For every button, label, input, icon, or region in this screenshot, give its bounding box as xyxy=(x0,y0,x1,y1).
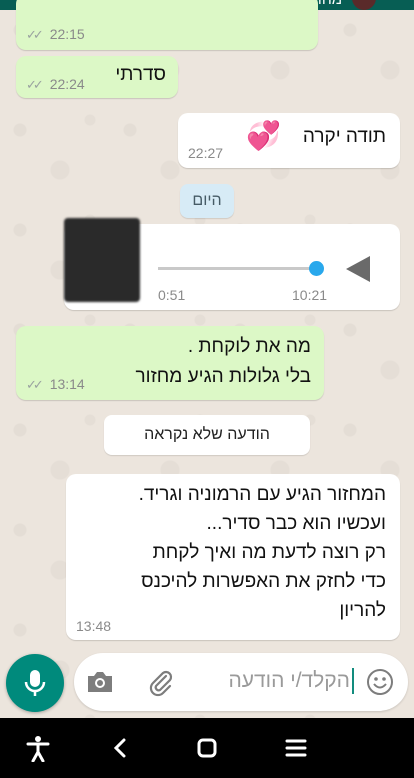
message-time: 22:15 xyxy=(49,26,85,42)
message-outgoing[interactable]: מה את לוקחת . בלי גלולות הגיע מחזור ✓✓ 1… xyxy=(16,326,324,400)
back-button[interactable] xyxy=(90,718,150,778)
message-composer[interactable]: הקלד/י הודעה xyxy=(74,653,408,711)
text-cursor xyxy=(352,668,354,694)
message-line: בלי גלולות הגיע מחזור xyxy=(135,366,311,387)
mic-icon xyxy=(24,670,46,696)
message-line: המחזור הגיע עם הרמוניה וגריד. xyxy=(138,484,386,505)
avatar[interactable] xyxy=(352,0,376,10)
message-time: 13:48 xyxy=(76,618,112,634)
system-navigation-bar xyxy=(0,718,414,778)
home-icon xyxy=(197,738,217,758)
attach-icon[interactable] xyxy=(146,668,176,698)
audio-progress-track[interactable] xyxy=(158,267,318,270)
mic-button[interactable] xyxy=(6,654,64,712)
message-outgoing[interactable]: ✓✓ 22:24 סדרתי xyxy=(16,56,178,98)
message-time: 22:27 xyxy=(188,145,224,161)
voice-duration: 0:51 xyxy=(158,287,186,303)
message-line: מה את לוקחת . xyxy=(187,336,311,357)
message-line: כדי לחזק את האפשרות להיכנס xyxy=(141,571,386,592)
message-incoming[interactable]: המחזור הגיע עם הרמוניה וגריד. ועכשיו הוא… xyxy=(66,474,400,640)
message-line: ועכשיו הוא כבר סדיר... xyxy=(206,513,386,534)
camera-icon[interactable] xyxy=(86,669,114,695)
recents-button[interactable] xyxy=(266,718,326,778)
home-button[interactable] xyxy=(177,718,237,778)
message-time: 13:14 xyxy=(49,376,85,392)
message-line: רק רוצה לדעת מה ואיך לקחת xyxy=(152,542,386,563)
voice-message[interactable]: 0:51 10:21 xyxy=(64,218,400,310)
message-incoming[interactable]: תודה יקרה 💞 22:27 xyxy=(178,113,400,168)
message-input[interactable]: הקלד/י הודעה xyxy=(192,653,358,711)
date-chip: היום xyxy=(180,184,234,218)
play-icon[interactable] xyxy=(344,254,374,284)
message-time: 10:21 xyxy=(292,287,328,303)
audio-progress-handle[interactable] xyxy=(309,261,324,276)
read-ticks-icon: ✓✓ xyxy=(26,77,44,92)
message-time: 22:24 xyxy=(49,76,85,92)
accessibility-icon xyxy=(26,736,50,762)
emoji-icon[interactable] xyxy=(366,668,394,696)
hearts-emoji-icon: 💞 xyxy=(246,120,281,151)
back-icon xyxy=(113,738,126,758)
message-line: להריון xyxy=(339,600,386,621)
sender-avatar-blurred xyxy=(64,218,140,302)
input-placeholder: הקלד/י הודעה xyxy=(228,669,350,692)
unread-messages-chip: הודעה שלא נקראה xyxy=(104,415,310,455)
accessibility-button[interactable] xyxy=(8,718,68,778)
message-text: תודה יקרה xyxy=(302,126,386,147)
read-ticks-icon: ✓✓ xyxy=(26,27,44,42)
read-ticks-icon: ✓✓ xyxy=(26,377,44,392)
message-outgoing[interactable]: ✓✓ 22:15 xyxy=(16,0,318,50)
recents-icon xyxy=(285,739,307,757)
message-text: סדרתי xyxy=(115,64,166,85)
